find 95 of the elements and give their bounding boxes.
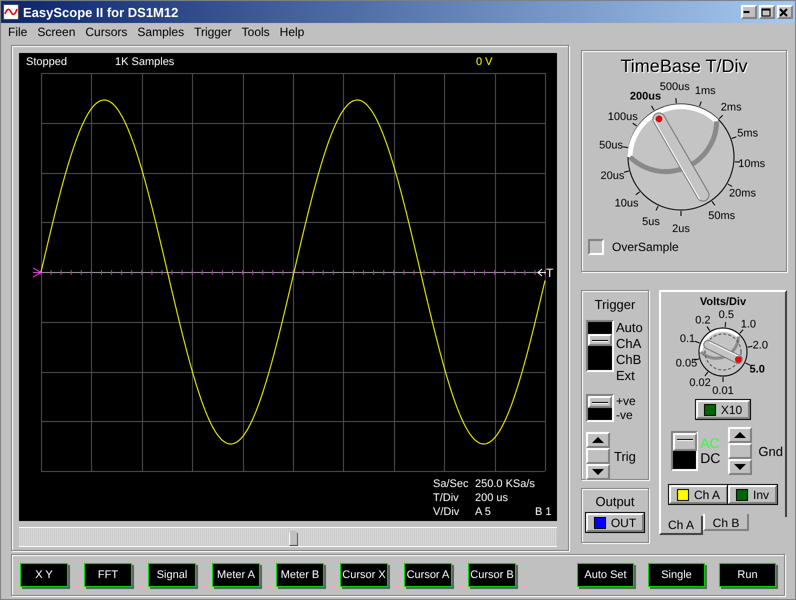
dial-label[interactable]: 50us	[599, 140, 624, 152]
toolbar-button[interactable]: Signal	[148, 563, 196, 587]
readout-value: A 5	[475, 506, 492, 518]
toolbar-button[interactable]: Cursor X	[340, 563, 388, 587]
checkbox[interactable]	[588, 239, 604, 255]
dial-label[interactable]: 0.5	[718, 309, 734, 321]
menu-item[interactable]: Cursors	[80, 25, 132, 39]
minimize-icon	[743, 11, 750, 13]
option-label: ChA	[616, 336, 642, 352]
control-label: Trig	[614, 448, 636, 464]
toggle-button[interactable]: OUT	[586, 513, 644, 532]
toolbar-button[interactable]: Auto Set	[577, 563, 634, 587]
readout-value: 200 us	[475, 492, 510, 504]
dial-label[interactable]: 1ms	[694, 85, 716, 98]
toolbar-button[interactable]: Meter A	[212, 563, 260, 587]
readout-label: V/Div	[433, 506, 460, 518]
menu-item[interactable]: Screen	[32, 25, 80, 39]
menu-item[interactable]: File	[3, 25, 32, 39]
option-label: AC	[700, 436, 720, 451]
position-slider[interactable]	[19, 527, 557, 547]
dial-label[interactable]: 0.1	[680, 333, 696, 346]
dial-label[interactable]: 10us	[614, 198, 639, 210]
close-icon	[779, 8, 789, 16]
switch-handle[interactable]	[588, 334, 612, 346]
ground-marker-icon	[32, 268, 42, 278]
toolbar-button[interactable]: Meter B	[276, 563, 324, 587]
option-label: -ve	[616, 408, 634, 422]
panel-title: TimeBase T/Div	[619, 56, 749, 77]
dial-label[interactable]: 1.0	[740, 318, 756, 331]
window-title: EasyScope II for DS1M12	[23, 4, 180, 20]
dial-label[interactable]: 0.01	[712, 384, 734, 397]
channel-tab[interactable]: Ch B	[703, 514, 749, 531]
menu-item[interactable]: Samples	[132, 25, 190, 39]
toolbar-button[interactable]: Cursor B	[468, 563, 516, 587]
dial-label[interactable]: 5ms	[737, 128, 758, 140]
readout-value: 250.0 KSa/s	[475, 478, 535, 490]
maximize-icon	[761, 8, 771, 16]
dial-label[interactable]: 2.0	[752, 340, 768, 352]
toolbar-button[interactable]: Single	[648, 563, 705, 587]
dial-label[interactable]: 2ms	[720, 102, 742, 114]
trigger-arrow-icon	[537, 268, 546, 276]
spin-button[interactable]	[586, 432, 610, 480]
dial-label[interactable]: 5us	[642, 216, 660, 228]
dial-label[interactable]: 5.0	[750, 364, 765, 376]
trigger-level-readout: 0 V	[476, 56, 493, 68]
dial-label[interactable]: 100us	[608, 111, 638, 124]
dial-label[interactable]: 0.2	[695, 314, 711, 327]
checkbox-label: OverSample	[612, 240, 679, 254]
option-label: Ext	[616, 368, 636, 384]
panel-title: Output	[594, 494, 636, 509]
dial-label[interactable]: 0.02	[689, 377, 711, 390]
sample-count: 1K Samples	[115, 56, 176, 68]
dial-label[interactable]: 50ms	[708, 210, 736, 222]
readout-label: T/Div	[433, 492, 460, 504]
dial-label[interactable]: 10ms	[738, 158, 766, 170]
dial-label[interactable]: 0.05	[676, 357, 698, 370]
selector-switch[interactable]	[671, 431, 698, 471]
readout-label: Sa/Sec	[433, 478, 470, 490]
toggle-button[interactable]: Inv	[728, 485, 777, 504]
panel-title: Trigger	[594, 297, 636, 312]
menu-item[interactable]: Tools	[236, 25, 275, 39]
dial-label[interactable]: 200us	[630, 90, 662, 102]
spin-button[interactable]	[728, 427, 752, 475]
panel-title: Volts/Div	[698, 296, 748, 308]
close-button[interactable]	[777, 5, 793, 19]
dial-label[interactable]: 20ms	[729, 187, 756, 200]
menu-item[interactable]: Help	[274, 25, 310, 39]
selector-switch[interactable]	[586, 320, 614, 372]
dial-knob[interactable]	[698, 328, 748, 376]
status-text: Stopped	[26, 56, 68, 68]
maximize-button[interactable]	[759, 5, 775, 19]
app-icon	[3, 4, 19, 20]
channel-tab[interactable]: Ch A	[659, 516, 703, 535]
trigger-marker: T	[546, 266, 554, 280]
dial-label[interactable]: 20us	[600, 170, 624, 182]
dial-label[interactable]: 500us	[660, 81, 690, 94]
minimize-button[interactable]	[741, 5, 757, 19]
dial-label[interactable]: 2us	[672, 222, 690, 235]
selector-switch[interactable]	[586, 394, 614, 422]
toggle-button[interactable]: X10	[696, 400, 750, 419]
option-label: +ve	[616, 394, 636, 408]
slider-thumb[interactable]	[288, 529, 298, 546]
toolbar-button[interactable]: Cursor A	[404, 563, 452, 587]
menu-item[interactable]: Trigger	[189, 25, 237, 39]
toolbar-button[interactable]: X Y	[20, 563, 68, 587]
option-label: DC	[700, 451, 720, 466]
option-label: ChB	[616, 352, 642, 368]
control-label: Gnd	[758, 444, 783, 458]
option-label: Auto	[616, 320, 643, 336]
switch-handle[interactable]	[588, 396, 612, 408]
readout-value: B 1	[535, 506, 553, 518]
toolbar-button[interactable]: Run	[719, 563, 776, 587]
toolbar-button[interactable]: FFT	[84, 563, 132, 587]
toggle-button[interactable]: Ch A	[669, 485, 728, 504]
switch-handle[interactable]	[673, 433, 697, 451]
